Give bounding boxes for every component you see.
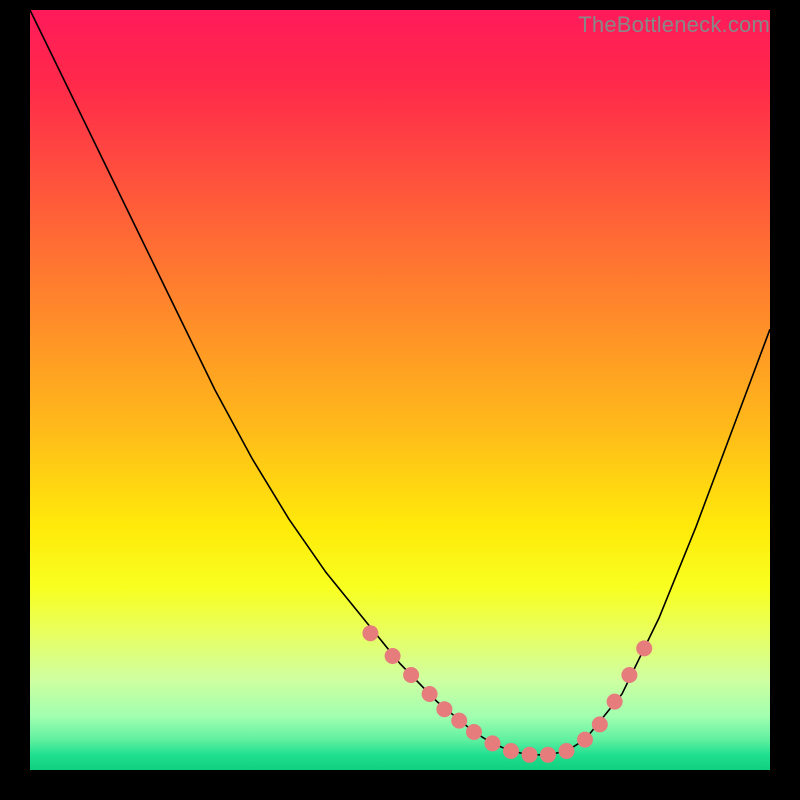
highlight-marker xyxy=(422,686,438,702)
bottleneck-curve xyxy=(30,10,770,755)
highlight-marker xyxy=(577,732,593,748)
highlight-marker xyxy=(621,667,637,683)
curve-svg xyxy=(30,10,770,770)
highlight-marker xyxy=(559,743,575,759)
highlight-marker xyxy=(636,640,652,656)
chart-container: TheBottleneck.com xyxy=(0,0,800,800)
highlight-marker xyxy=(436,701,452,717)
highlight-marker xyxy=(592,716,608,732)
plot-area xyxy=(30,10,770,770)
highlight-marker xyxy=(403,667,419,683)
highlight-marker xyxy=(540,747,556,763)
highlight-marker xyxy=(451,713,467,729)
highlight-marker xyxy=(362,625,378,641)
highlight-marker xyxy=(385,648,401,664)
highlight-marker xyxy=(503,743,519,759)
highlight-marker xyxy=(607,694,623,710)
highlight-marker xyxy=(466,724,482,740)
watermark-text: TheBottleneck.com xyxy=(578,12,770,38)
highlight-marker xyxy=(522,747,538,763)
marker-group xyxy=(362,625,652,763)
highlight-marker xyxy=(485,735,501,751)
